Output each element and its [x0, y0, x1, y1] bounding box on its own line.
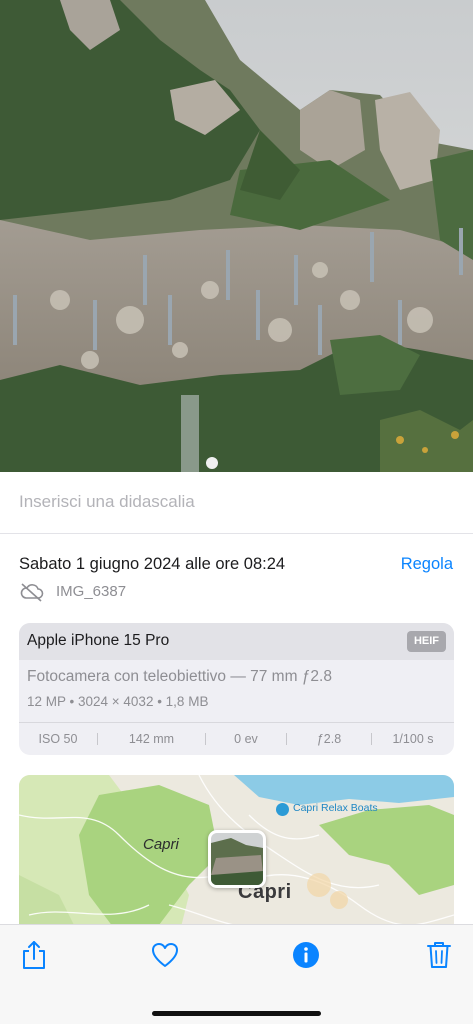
- pin-thumbnail: [211, 833, 263, 885]
- shutter-speed-value: 1/100 s: [392, 732, 434, 746]
- exif-values-row: ISO 50 142 mm 0 ev ƒ2.8 1/100 s: [19, 723, 454, 755]
- share-icon: [23, 941, 45, 969]
- exif-header: Apple iPhone 15 Pro HEIF: [19, 623, 454, 660]
- location-map[interactable]: Capri Relax Boats Capri Capri: [19, 775, 454, 935]
- photo-image: [0, 0, 473, 472]
- info-panel: Sabato 1 giugno 2024 alle ore 08:24 Rego…: [0, 534, 473, 935]
- home-indicator[interactable]: [152, 1011, 321, 1016]
- caption-area: Inserisci una didascalia: [0, 472, 473, 534]
- exif-card: Apple iPhone 15 Pro HEIF Fotocamera con …: [19, 623, 454, 755]
- photo-date: Sabato 1 giugno 2024 alle ore 08:24: [19, 555, 286, 573]
- format-badge: HEIF: [406, 631, 446, 652]
- aperture-value: ƒ2.8: [316, 732, 342, 746]
- file-name: IMG_6387: [56, 583, 127, 600]
- photo[interactable]: [0, 0, 473, 472]
- poi-label: Capri Relax Boats: [293, 802, 378, 814]
- favorite-button[interactable]: [149, 939, 181, 971]
- exposure-value: 0 ev: [234, 732, 258, 746]
- focal-length-value: 142 mm: [128, 732, 175, 746]
- iso-value: ISO 50: [38, 732, 78, 746]
- adjust-date-button[interactable]: Regola: [401, 555, 453, 574]
- trash-icon: [427, 942, 451, 968]
- info-button[interactable]: [290, 939, 322, 971]
- image-specs: 12 MP • 3024 × 4032 • 1,8 MB: [27, 694, 209, 709]
- info-icon: [293, 942, 319, 968]
- share-button[interactable]: [18, 939, 50, 971]
- photo-location-pin[interactable]: [208, 830, 266, 888]
- bottom-toolbar: [0, 924, 473, 1024]
- map-area-label: Capri: [143, 836, 179, 853]
- cloud-slash-icon: [20, 583, 44, 602]
- device-name: Apple iPhone 15 Pro: [27, 632, 170, 649]
- heart-icon: [152, 943, 178, 967]
- delete-button[interactable]: [423, 939, 455, 971]
- lens-info: Fotocamera con teleobiettivo — 77 mm ƒ2.…: [27, 668, 332, 685]
- caption-input[interactable]: Inserisci una didascalia: [19, 492, 195, 512]
- boat-poi-icon[interactable]: [276, 803, 289, 816]
